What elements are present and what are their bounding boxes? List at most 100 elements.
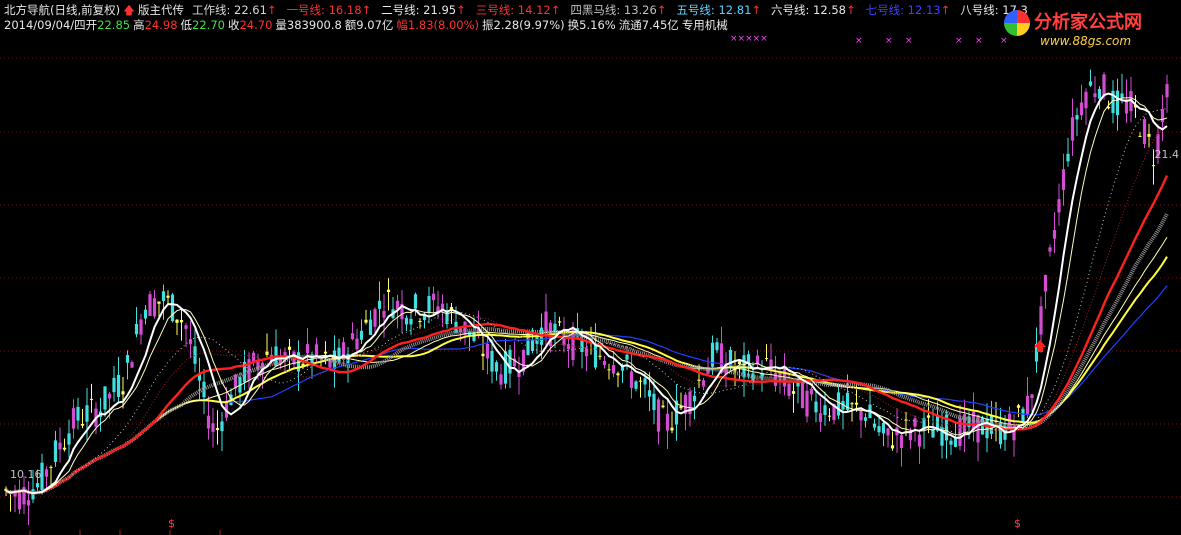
ma-line-6-readout: 五号线: 12.81: [676, 3, 752, 17]
candle-body-203: [917, 434, 922, 447]
cross-marks: ×××××: [730, 34, 768, 44]
candle-body-91: [413, 294, 418, 309]
indicator-title: 北方导航(日线,前复权): [4, 3, 121, 17]
amplitude-value: 振2.28(9.97%): [482, 18, 565, 32]
candle-body-141: [638, 380, 643, 382]
candle-body-199: [899, 435, 904, 448]
price-label-left: 10.16: [10, 468, 42, 481]
candle-body-242: [1093, 93, 1097, 98]
candle-body-197: [890, 445, 895, 449]
ma-line-4-readout: 三号线: 14.12: [475, 3, 551, 17]
up-arrow-icon: ↑: [751, 3, 762, 17]
cross-mark-2: ×: [905, 36, 913, 46]
candle-body-112: [508, 349, 512, 374]
line-blue-ma: [5, 285, 1168, 494]
candle-body-134: [607, 369, 611, 371]
candle-body-225: [1016, 405, 1021, 408]
cross-mark-3: ×: [955, 36, 963, 46]
low-value: 22.70: [192, 18, 225, 32]
candle-body-236: [1066, 153, 1070, 162]
candle-body-244: [1102, 74, 1106, 97]
candle-body-139: [629, 371, 634, 388]
up-arrow-icon: ↑: [656, 3, 667, 17]
candle-body-227: [1025, 395, 1030, 415]
candle-body-81: [368, 319, 373, 335]
line-yellow-ma: [5, 256, 1168, 495]
candle-body-177: [800, 381, 805, 409]
candle-body-128: [580, 340, 584, 352]
candle-body-42: [193, 346, 197, 364]
candle-body-12: [58, 442, 62, 450]
candle-body-15: [71, 408, 76, 429]
candle-body-40: [184, 325, 188, 329]
candle-body-142: [643, 378, 647, 385]
candle-body-123: [557, 321, 562, 323]
candle-body-10: [49, 466, 53, 468]
candle-body-241: [1088, 81, 1093, 86]
candlestick-chart[interactable]: × × × × × ×: [0, 0, 1181, 535]
candle-body-107: [485, 343, 490, 359]
candle-body-194: [877, 426, 881, 433]
candle-body-125: [566, 344, 571, 350]
candle-body-148: [670, 427, 674, 431]
candle-body-255: [1151, 165, 1156, 167]
ma-line-1-readout: 工作线: 22.61: [191, 3, 267, 17]
candle-body-143: [647, 390, 652, 397]
candle-body-169: [764, 358, 769, 360]
candle-body-18: [85, 405, 89, 422]
logo-url: www.88gs.com: [1040, 34, 1132, 48]
high-label: 高: [133, 18, 145, 32]
candle-body-183: [827, 415, 832, 417]
candle-body-36: [166, 295, 170, 298]
up-arrow-icon: ↑: [456, 3, 466, 17]
signal-marker-2: $: [1014, 517, 1021, 530]
candle-body-138: [625, 354, 629, 360]
site-logo: 分析家公式网 www.88gs.com: [1000, 4, 1175, 54]
candle-body-41: [188, 339, 193, 345]
cross-mark-0: ×: [855, 36, 863, 46]
line-grey-dotted-ma: [5, 107, 1168, 494]
candle-body-32: [148, 294, 152, 316]
candle-body-7: [35, 483, 40, 488]
candle-body-9: [44, 469, 49, 477]
candle-body-195: [881, 422, 886, 434]
candle-body-240: [1084, 91, 1088, 109]
candle-body-230: [1039, 306, 1043, 335]
candle-body-193: [872, 423, 877, 428]
candle-body-31: [143, 309, 148, 319]
candle-body-14: [67, 433, 71, 445]
candle-body-29: [134, 324, 139, 335]
candle-body-136: [616, 373, 620, 376]
chart-window[interactable]: × × × × × × 北方导航(日线,前复权) 🡅 版主代传 工作线: 22.61↑ 一号线: …: [0, 0, 1181, 535]
candle-body-13: [62, 447, 67, 450]
candle-body-145: [656, 399, 661, 432]
candle-body-19: [89, 398, 94, 400]
candle-body-63: [287, 346, 292, 350]
change-value: 幅1.83(8.00%): [396, 18, 480, 32]
candle-body-11: [53, 440, 58, 462]
candle-body-185: [836, 392, 841, 416]
high-value: 24.98: [144, 18, 178, 32]
candle-body-109: [494, 362, 499, 372]
candle-body-153: [692, 395, 697, 402]
candle-body-89: [404, 317, 409, 325]
candle-body-27: [125, 355, 130, 363]
candle-body-5: [26, 500, 31, 506]
amount-value: 额9.07亿: [344, 18, 394, 32]
candle-body-84: [382, 311, 386, 318]
candle-body-146: [661, 405, 665, 408]
candle-body-257: [1160, 109, 1165, 123]
signal-marker-1: $: [168, 517, 175, 530]
candle-body-106: [481, 353, 485, 357]
candle-body-144: [652, 393, 656, 411]
candle-body-26: [121, 391, 125, 395]
candle-body-34: [157, 301, 161, 304]
ma-line-7-readout: 六号线: 12.58: [771, 3, 846, 17]
candle-body-37: [170, 294, 175, 322]
candle-body-135: [611, 364, 616, 374]
up-arrow-icon: ↑: [845, 3, 856, 17]
candle-body-234: [1057, 199, 1061, 213]
candle-body-30: [139, 319, 143, 335]
candle-body-22: [103, 386, 107, 410]
candle-body-147: [665, 413, 670, 431]
